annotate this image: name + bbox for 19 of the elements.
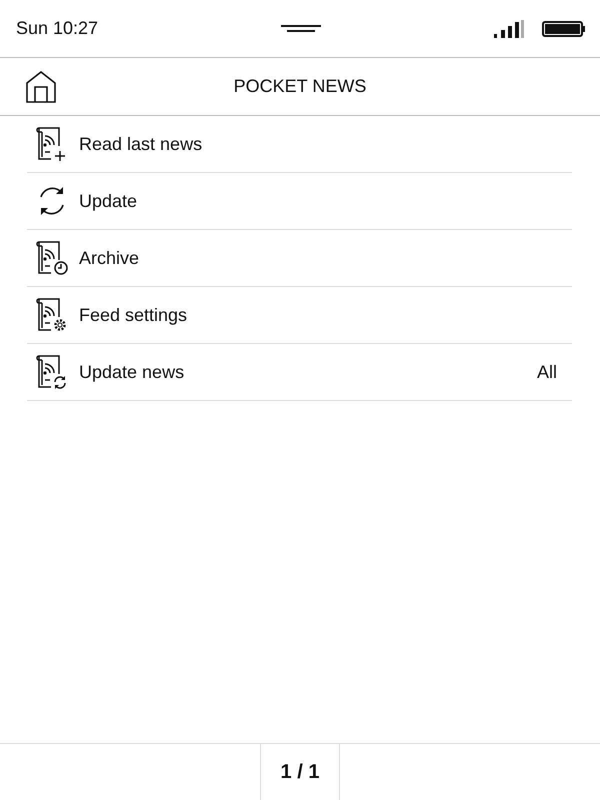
menu-item-label: Update news [79,362,186,382]
page-indicator: 1 / 1 [260,744,340,800]
menu-item-label: Feed settings [79,304,188,326]
menu-item-label: Archive [79,248,140,268]
menu-item-value: All [536,362,557,382]
pull-down-handle-icon[interactable] [281,24,321,32]
status-time: Sun 10:27 [16,18,100,39]
menu-item[interactable]: Archive [27,230,572,287]
home-button[interactable] [26,70,56,102]
menu-item[interactable]: Read last news [27,116,572,173]
menu-item[interactable]: Update [27,173,572,230]
battery-icon [542,20,586,36]
menu-item[interactable]: Feed settings [27,287,572,344]
page-title: POCKET NEWS [234,76,366,97]
menu-item-label: Update [79,190,138,212]
signal-icon [494,20,524,38]
menu-item[interactable]: Update news All [27,344,572,401]
feed-clock-icon [35,240,69,276]
menu-item-label: Read last news [79,134,204,154]
